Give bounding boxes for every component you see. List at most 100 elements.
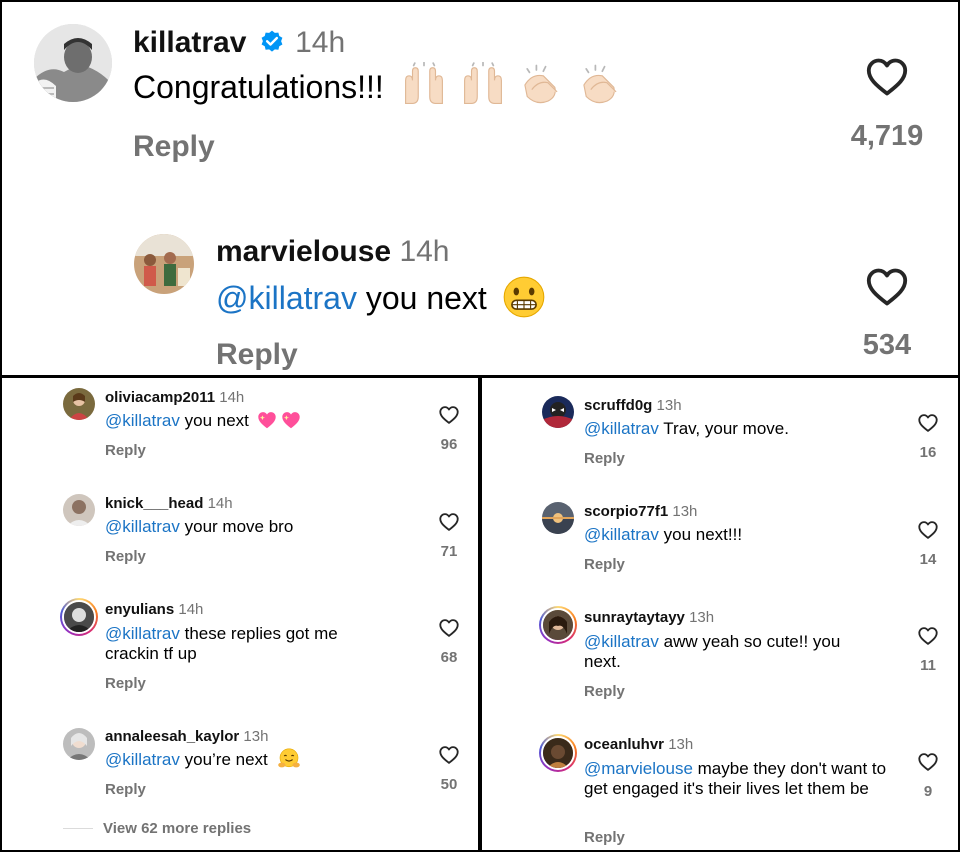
- reply-button[interactable]: Reply: [105, 442, 146, 459]
- reply-body: Trav, your move.: [658, 419, 789, 438]
- timestamp: 14h: [219, 389, 245, 406]
- reply-text: @marvielouse maybe they don't want to ge…: [584, 759, 896, 799]
- mention-link[interactable]: @killatrav: [105, 750, 180, 769]
- like-count: 11: [920, 657, 936, 674]
- like-heart-icon[interactable]: [917, 412, 939, 434]
- avatar-killatrav[interactable]: [34, 24, 112, 102]
- reply-button[interactable]: Reply: [584, 556, 625, 573]
- mention-link[interactable]: @killatrav: [105, 624, 180, 643]
- mention-link[interactable]: @killatrav: [105, 517, 180, 536]
- view-more-replies-button[interactable]: View 62 more replies: [103, 820, 251, 837]
- like-heart-icon[interactable]: [864, 54, 910, 100]
- comment-body: Congratulations!!!: [133, 69, 384, 105]
- like-count: 14: [919, 551, 937, 568]
- reply-header: scorpio77f1 13h: [584, 503, 697, 520]
- avatar-scruffd0g[interactable]: [542, 396, 574, 428]
- like-heart-icon[interactable]: [438, 617, 460, 639]
- like-heart-icon[interactable]: [917, 751, 939, 773]
- reply-header: knick___head 14h: [105, 495, 233, 512]
- reply-header: oliviacamp2011 14h: [105, 389, 244, 406]
- reply-header: sunraytaytayy 13h: [584, 609, 714, 626]
- avatar-photo-icon: [63, 494, 95, 526]
- avatar-photo-icon: [543, 610, 573, 640]
- avatar-oceanluhvr[interactable]: [539, 734, 577, 772]
- raising-hands-icon: [401, 62, 447, 108]
- mention-link[interactable]: @killatrav: [584, 525, 659, 544]
- mention-link[interactable]: @killatrav: [584, 632, 659, 651]
- like-heart-icon[interactable]: [864, 264, 910, 310]
- timestamp: 14h: [207, 495, 233, 512]
- reply-header: oceanluhvr 13h: [584, 736, 693, 753]
- mention-link[interactable]: @killatrav: [584, 419, 659, 438]
- avatar-annaleesah-kaylor[interactable]: [63, 728, 95, 760]
- reply-button[interactable]: Reply: [105, 675, 146, 692]
- timestamp: 13h: [668, 736, 694, 753]
- like-count: 534: [862, 329, 912, 361]
- reply-header: marvielouse 14h: [216, 235, 450, 269]
- avatar-enyulians[interactable]: [60, 598, 98, 636]
- timestamp: 13h: [656, 397, 682, 414]
- like-count: 4,719: [850, 120, 924, 152]
- mention-link[interactable]: @killatrav: [216, 280, 357, 316]
- reply-button[interactable]: Reply: [105, 548, 146, 565]
- username[interactable]: enyulians: [105, 601, 174, 618]
- username[interactable]: oliviacamp2011: [105, 389, 215, 406]
- reply-button[interactable]: Reply: [584, 450, 625, 467]
- avatar-oliviacamp2011[interactable]: [63, 388, 95, 420]
- reply-text: @killatrav you’re next: [105, 750, 425, 771]
- avatar-photo-icon: [34, 24, 112, 102]
- reply-body: you next: [179, 411, 249, 430]
- avatar-photo-icon: [134, 234, 194, 294]
- like-heart-icon[interactable]: [438, 511, 460, 533]
- clapping-hands-icon: [577, 62, 623, 108]
- username[interactable]: knick___head: [105, 495, 203, 512]
- reply-text: @killatrav Trav, your move.: [584, 419, 904, 439]
- avatar-marvielouse[interactable]: [134, 234, 194, 294]
- like-count: 96: [440, 436, 458, 453]
- avatar-photo-icon: [543, 738, 573, 768]
- like-heart-icon[interactable]: [917, 625, 939, 647]
- reply-text: @killatrav these replies got me crackin …: [105, 624, 370, 664]
- reply-header: annaleesah_kaylor 13h: [105, 728, 268, 745]
- username[interactable]: killatrav: [133, 26, 246, 59]
- username[interactable]: oceanluhvr: [584, 736, 664, 753]
- like-count: 9: [923, 783, 933, 800]
- avatar-sunraytaytayy[interactable]: [539, 606, 577, 644]
- replies-panel-right: scruffd0g 13h @killatrav Trav, your move…: [482, 378, 958, 850]
- reply-text: @killatrav you next: [216, 280, 546, 319]
- avatar-scorpio77f1[interactable]: [542, 502, 574, 534]
- like-heart-icon[interactable]: [438, 404, 460, 426]
- reply-button[interactable]: Reply: [105, 781, 146, 798]
- reply-body: you’re next: [179, 750, 268, 769]
- like-heart-icon[interactable]: [438, 744, 460, 766]
- mention-link[interactable]: @killatrav: [105, 411, 180, 430]
- hugging-face-icon: [277, 747, 301, 771]
- avatar-knick-head[interactable]: [63, 494, 95, 526]
- timestamp: 14h: [178, 601, 204, 618]
- reply-text: @killatrav aww yeah so cute!! you next.: [584, 632, 874, 672]
- username[interactable]: annaleesah_kaylor: [105, 728, 239, 745]
- sparkling-heart-icon: [256, 409, 278, 431]
- avatar-photo-icon: [542, 502, 574, 534]
- username[interactable]: sunraytaytayy: [584, 609, 685, 626]
- view-more-divider: [63, 828, 93, 829]
- grimacing-face-icon: [502, 275, 546, 319]
- reply-button[interactable]: Reply: [584, 829, 625, 846]
- like-heart-icon[interactable]: [917, 519, 939, 541]
- mention-link[interactable]: @marvielouse: [584, 759, 693, 778]
- username[interactable]: scruffd0g: [584, 397, 652, 414]
- reply-header: enyulians 14h: [105, 601, 203, 618]
- sparkling-heart-icon: [280, 409, 302, 431]
- reply-text: @killatrav you next!!!: [584, 525, 904, 545]
- like-count: 50: [440, 776, 458, 793]
- username[interactable]: scorpio77f1: [584, 503, 668, 520]
- like-count: 16: [919, 444, 937, 461]
- reply-button[interactable]: Reply: [216, 338, 298, 372]
- raising-hands-icon: [460, 62, 506, 108]
- like-count: 68: [440, 649, 458, 666]
- avatar-photo-icon: [542, 396, 574, 428]
- username[interactable]: marvielouse: [216, 235, 391, 268]
- reply-button[interactable]: Reply: [584, 683, 625, 700]
- reply-button[interactable]: Reply: [133, 130, 215, 164]
- timestamp: 13h: [672, 503, 698, 520]
